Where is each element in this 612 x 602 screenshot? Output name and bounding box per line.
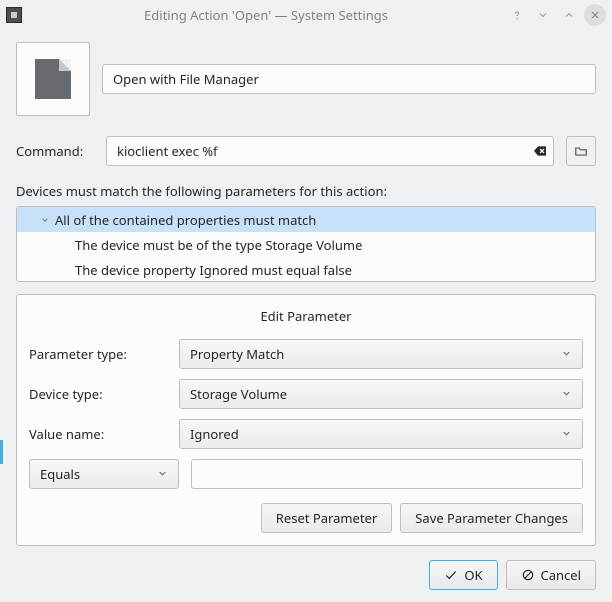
operator-select[interactable]: Equals (29, 459, 179, 489)
edit-parameter-group: Edit Parameter Parameter type: Property … (16, 294, 596, 546)
ok-button[interactable]: OK (429, 560, 497, 590)
value-name-value: Ignored (190, 425, 239, 443)
edit-parameter-title: Edit Parameter (29, 307, 583, 325)
close-button[interactable] (584, 4, 606, 26)
value-input[interactable] (191, 459, 583, 489)
parameter-type-value: Property Match (190, 345, 284, 363)
device-type-value: Storage Volume (190, 385, 287, 403)
maximize-button[interactable] (558, 4, 580, 26)
titlebar: Editing Action 'Open' — System Settings (0, 0, 612, 30)
value-name-select[interactable]: Ignored (179, 419, 583, 449)
cancel-button[interactable]: Cancel (506, 560, 596, 590)
document-icon (35, 59, 71, 99)
help-button[interactable] (506, 4, 528, 26)
action-name-input[interactable] (102, 64, 596, 94)
value-name-label: Value name: (29, 425, 179, 443)
clear-icon[interactable] (532, 143, 548, 159)
chevron-down-icon (157, 465, 168, 483)
check-icon (444, 568, 458, 582)
tree-child-row[interactable]: The device must be of the type Storage V… (17, 232, 595, 257)
app-icon (6, 7, 22, 23)
reset-parameter-button[interactable]: Reset Parameter (261, 503, 393, 533)
command-label: Command: (16, 142, 94, 160)
chevron-down-icon (561, 385, 572, 403)
tree-child-row[interactable]: The device property Ignored must equal f… (17, 257, 595, 282)
device-type-select[interactable]: Storage Volume (179, 379, 583, 409)
parameter-type-select[interactable]: Property Match (179, 339, 583, 369)
parameter-type-label: Parameter type: (29, 345, 179, 363)
window-title: Editing Action 'Open' — System Settings (30, 6, 502, 24)
chevron-down-icon[interactable] (37, 215, 53, 225)
operator-value: Equals (40, 465, 80, 483)
minimize-button[interactable] (532, 4, 554, 26)
cancel-icon (521, 568, 535, 582)
command-input[interactable] (106, 136, 554, 166)
save-parameter-button[interactable]: Save Parameter Changes (400, 503, 583, 533)
browse-button[interactable] (566, 136, 596, 166)
chevron-down-icon (561, 345, 572, 363)
tree-child-label: The device property Ignored must equal f… (75, 261, 352, 279)
tree-root-row[interactable]: All of the contained properties must mat… (17, 207, 595, 232)
conditions-tree[interactable]: All of the contained properties must mat… (16, 206, 596, 282)
chevron-down-icon (561, 425, 572, 443)
action-icon-well[interactable] (16, 42, 90, 116)
match-description: Devices must match the following paramet… (16, 182, 596, 200)
focus-accent (0, 440, 3, 464)
tree-root-label: All of the contained properties must mat… (55, 211, 316, 229)
device-type-label: Device type: (29, 385, 179, 403)
tree-child-label: The device must be of the type Storage V… (75, 236, 362, 254)
